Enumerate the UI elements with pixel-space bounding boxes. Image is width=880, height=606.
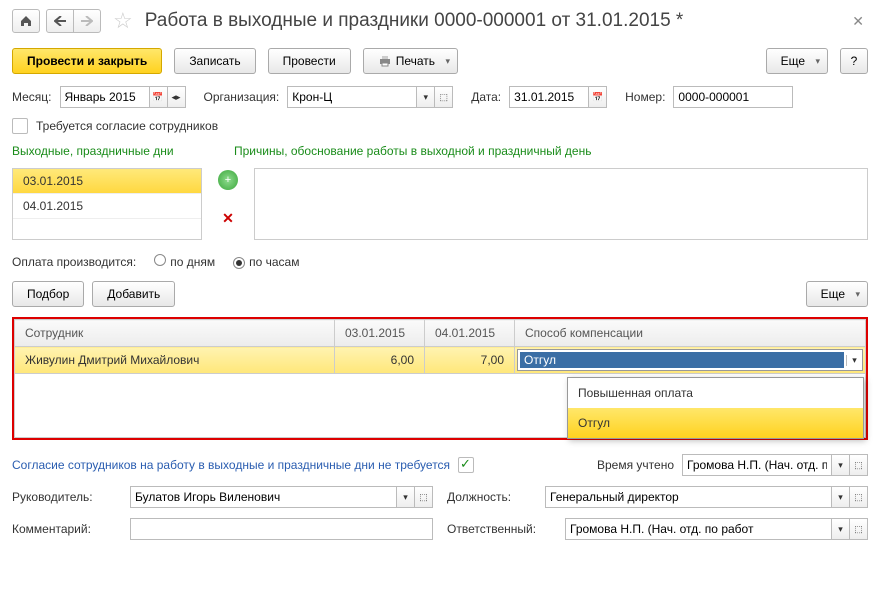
time-label: Время учтено [597, 458, 674, 472]
dates-list[interactable]: 03.01.2015 04.01.2015 [12, 168, 202, 240]
more-button[interactable]: Еще [766, 48, 828, 74]
org-input[interactable] [287, 86, 417, 108]
date-input[interactable] [509, 86, 589, 108]
printer-icon [378, 55, 392, 67]
add-row-button[interactable]: Добавить [92, 281, 175, 307]
consent-status-checkbox[interactable] [458, 457, 474, 473]
cell-name[interactable]: Живулин Дмитрий Михайлович [15, 347, 335, 374]
by-days-radio[interactable]: по дням [154, 254, 215, 269]
dropdown-option[interactable]: Отгул [568, 408, 863, 438]
grid-more-button[interactable]: Еще [806, 281, 868, 307]
comment-input[interactable] [130, 518, 433, 540]
chevron-down-icon[interactable]: ▾ [846, 355, 862, 366]
help-button[interactable]: ? [840, 48, 868, 74]
date-row[interactable]: 03.01.2015 [13, 169, 201, 194]
date-picker-icon[interactable]: 📅 [589, 86, 607, 108]
employee-grid: Сотрудник 03.01.2015 04.01.2015 Способ к… [12, 317, 868, 440]
month-picker-icon[interactable]: 📅 [150, 86, 168, 108]
add-date-button[interactable]: + [218, 170, 238, 190]
dropdown-icon[interactable]: ▾ [832, 454, 850, 476]
compensation-dropdown[interactable]: Повышенная оплата Отгул [567, 377, 864, 439]
select-button[interactable]: Подбор [12, 281, 84, 307]
cell-compensation[interactable]: Отгул ▾ [515, 347, 866, 374]
comment-label: Комментарий: [12, 522, 122, 536]
col-employee[interactable]: Сотрудник [15, 320, 335, 347]
col-compensation[interactable]: Способ компенсации [515, 320, 866, 347]
org-open-icon[interactable]: ⬚ [435, 86, 453, 108]
dropdown-icon[interactable]: ▾ [397, 486, 415, 508]
holidays-label: Выходные, праздничные дни [12, 144, 218, 158]
col-date1[interactable]: 03.01.2015 [335, 320, 425, 347]
time-input[interactable] [682, 454, 832, 476]
page-title: Работа в выходные и праздники 0000-00000… [145, 10, 684, 32]
date-label: Дата: [471, 90, 501, 104]
dropdown-icon[interactable]: ▾ [832, 486, 850, 508]
month-input[interactable] [60, 86, 150, 108]
forward-button[interactable] [73, 9, 101, 33]
back-button[interactable] [46, 9, 74, 33]
delete-date-button[interactable]: ✕ [218, 208, 238, 228]
number-input[interactable] [673, 86, 793, 108]
month-label: Месяц: [12, 90, 52, 104]
print-button[interactable]: Печать [363, 48, 458, 74]
consent-label: Требуется согласие сотрудников [36, 119, 218, 133]
dropdown-option[interactable]: Повышенная оплата [568, 378, 863, 408]
col-date2[interactable]: 04.01.2015 [425, 320, 515, 347]
open-icon[interactable]: ⬚ [415, 486, 433, 508]
reason-label: Причины, обоснование работы в выходной и… [234, 144, 591, 158]
by-hours-radio[interactable]: по часам [233, 255, 299, 269]
post-and-close-button[interactable]: Провести и закрыть [12, 48, 162, 74]
org-label: Организация: [204, 90, 280, 104]
home-button[interactable] [12, 9, 40, 33]
consent-link[interactable]: Согласие сотрудников на работу в выходны… [12, 458, 450, 472]
date-row[interactable]: 04.01.2015 [13, 194, 201, 219]
month-spinner[interactable]: ◂▸ [168, 86, 186, 108]
save-button[interactable]: Записать [174, 48, 255, 74]
head-label: Руководитель: [12, 490, 122, 504]
table-row[interactable]: Живулин Дмитрий Михайлович 6,00 7,00 Отг… [15, 347, 866, 374]
open-icon[interactable]: ⬚ [850, 518, 868, 540]
org-dropdown-icon[interactable]: ▾ [417, 86, 435, 108]
number-label: Номер: [625, 90, 665, 104]
consent-checkbox[interactable] [12, 118, 28, 134]
payment-label: Оплата производится: [12, 255, 136, 269]
open-icon[interactable]: ⬚ [850, 486, 868, 508]
cell-hours1[interactable]: 6,00 [335, 347, 425, 374]
cell-hours2[interactable]: 7,00 [425, 347, 515, 374]
favorite-icon[interactable]: ☆ [113, 8, 133, 34]
responsible-label: Ответственный: [447, 522, 557, 536]
position-label: Должность: [447, 490, 537, 504]
responsible-input[interactable] [565, 518, 832, 540]
reason-textarea[interactable] [254, 168, 868, 240]
open-icon[interactable]: ⬚ [850, 454, 868, 476]
post-button[interactable]: Провести [268, 48, 351, 74]
dropdown-icon[interactable]: ▾ [832, 518, 850, 540]
close-button[interactable]: ✕ [848, 9, 868, 34]
head-input[interactable] [130, 486, 397, 508]
position-input[interactable] [545, 486, 832, 508]
